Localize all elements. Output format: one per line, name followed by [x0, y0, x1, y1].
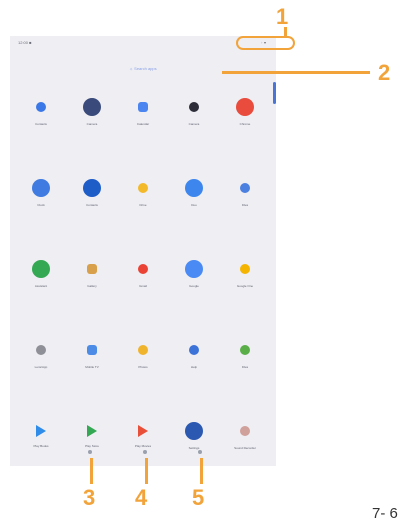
dot-icon — [189, 102, 199, 112]
clock-icon — [32, 179, 50, 197]
app-label: Drive — [139, 203, 147, 207]
app-label: Camera — [86, 122, 98, 126]
gmail-icon — [138, 264, 148, 274]
callout-2-line — [222, 71, 370, 74]
callout-4-line — [145, 458, 148, 484]
app-item[interactable]: Google One — [220, 258, 270, 339]
play-movies-icon — [138, 425, 148, 437]
calendar-icon — [138, 102, 148, 112]
callout-1-box — [236, 36, 295, 50]
app-label: Clock — [37, 203, 45, 207]
app-label: Play Books — [33, 444, 49, 448]
app-row: Lens/App Mobile TV Photos Help Files — [16, 339, 270, 420]
app-label: Lens/App — [34, 365, 48, 369]
recorder-icon — [240, 426, 250, 436]
play-store-icon — [87, 425, 97, 437]
page-number: 7- 6 — [372, 505, 398, 522]
sparkle-icon — [36, 102, 46, 112]
callout-number-1: 1 — [276, 4, 289, 29]
app-item[interactable]: Help — [169, 339, 219, 420]
search-apps-bar[interactable]: ☼ Search apps — [129, 66, 156, 71]
app-label: Play Movies — [134, 444, 152, 448]
app-label: Gmail — [139, 284, 147, 288]
app-item[interactable]: Calendar — [118, 96, 168, 177]
app-item[interactable]: Files — [220, 177, 270, 258]
app-item[interactable]: Drive — [118, 177, 168, 258]
tv-icon — [87, 345, 97, 355]
assistant-icon — [32, 260, 50, 278]
app-label: Gallery — [87, 284, 97, 288]
callout-number-3: 3 — [83, 485, 96, 510]
app-label: Contacts — [35, 122, 47, 126]
app-item[interactable]: Duo — [169, 177, 219, 258]
camera-icon — [83, 98, 101, 116]
app-label: Duo — [191, 203, 197, 207]
app-item[interactable]: Lens/App — [16, 339, 66, 420]
app-label: Chrome — [239, 122, 251, 126]
app-label: Assistant — [34, 284, 48, 288]
duo-icon — [185, 179, 203, 197]
app-label: Settings — [188, 446, 200, 450]
app-item[interactable]: Contacts — [16, 96, 66, 177]
page-dot[interactable] — [143, 450, 147, 454]
app-row: Assistant Gallery Gmail Google Google One — [16, 258, 270, 339]
files-icon — [240, 183, 250, 193]
app-item[interactable]: Mobile TV — [67, 339, 117, 420]
app-item[interactable]: Camera — [67, 96, 117, 177]
gallery-icon — [87, 264, 97, 274]
app-label: Sound Recorder — [234, 446, 256, 450]
app-row: Contacts Camera Calendar Camera Chrome — [16, 96, 270, 177]
app-item[interactable]: Camera — [169, 96, 219, 177]
callout-number-2: 2 — [378, 60, 391, 85]
app-label: Photos — [138, 365, 148, 369]
app-item[interactable]: Gallery — [67, 258, 117, 339]
app-grid: Contacts Camera Calendar Camera Chrome Clock C… — [16, 96, 270, 501]
drive-icon — [138, 183, 148, 193]
app-label: Contacts — [86, 203, 98, 207]
status-time: 12:00 ■ — [18, 40, 32, 45]
app-item[interactable]: Sound Recorder — [220, 420, 270, 501]
page-dot[interactable] — [198, 450, 202, 454]
contact-icon — [83, 179, 101, 197]
app-item[interactable]: Chrome — [220, 96, 270, 177]
maps-icon — [240, 345, 250, 355]
play-books-icon — [36, 425, 46, 437]
app-label: Calendar — [136, 122, 150, 126]
app-row: Clock Contacts Drive Duo Files — [16, 177, 270, 258]
app-label: Files — [241, 203, 249, 207]
help-icon — [189, 345, 199, 355]
app-label: Play Store — [85, 444, 99, 448]
settings-icon — [185, 422, 203, 440]
scrollbar[interactable] — [273, 82, 276, 104]
app-label: Google One — [236, 284, 254, 288]
one-icon — [240, 264, 250, 274]
page-dot[interactable] — [88, 450, 92, 454]
google-icon — [185, 260, 203, 278]
app-label: Camera — [188, 122, 200, 126]
callout-5-line — [200, 458, 203, 484]
app-label: Google — [189, 284, 199, 288]
app-item[interactable]: Google — [169, 258, 219, 339]
app-label: Files — [241, 365, 249, 369]
app-item[interactable]: Play Books — [16, 420, 66, 501]
callout-number-5: 5 — [192, 485, 205, 510]
app-label: Mobile TV — [85, 365, 99, 369]
photos-icon — [138, 345, 148, 355]
app-item[interactable]: Assistant — [16, 258, 66, 339]
dash-icon — [36, 345, 46, 355]
app-item[interactable]: Files — [220, 339, 270, 420]
app-item[interactable]: Contacts — [67, 177, 117, 258]
chrome-icon — [236, 98, 254, 116]
phone-screen: 12:00 ■ ◦ ▾ ☼ Search apps Contacts Camera… — [10, 36, 276, 466]
callout-3-line — [90, 458, 93, 484]
app-item[interactable]: Clock — [16, 177, 66, 258]
callout-1-line — [284, 27, 287, 37]
callout-number-4: 4 — [135, 485, 148, 510]
app-item[interactable]: Gmail — [118, 258, 168, 339]
app-item[interactable]: Photos — [118, 339, 168, 420]
app-label: Help — [190, 365, 198, 369]
